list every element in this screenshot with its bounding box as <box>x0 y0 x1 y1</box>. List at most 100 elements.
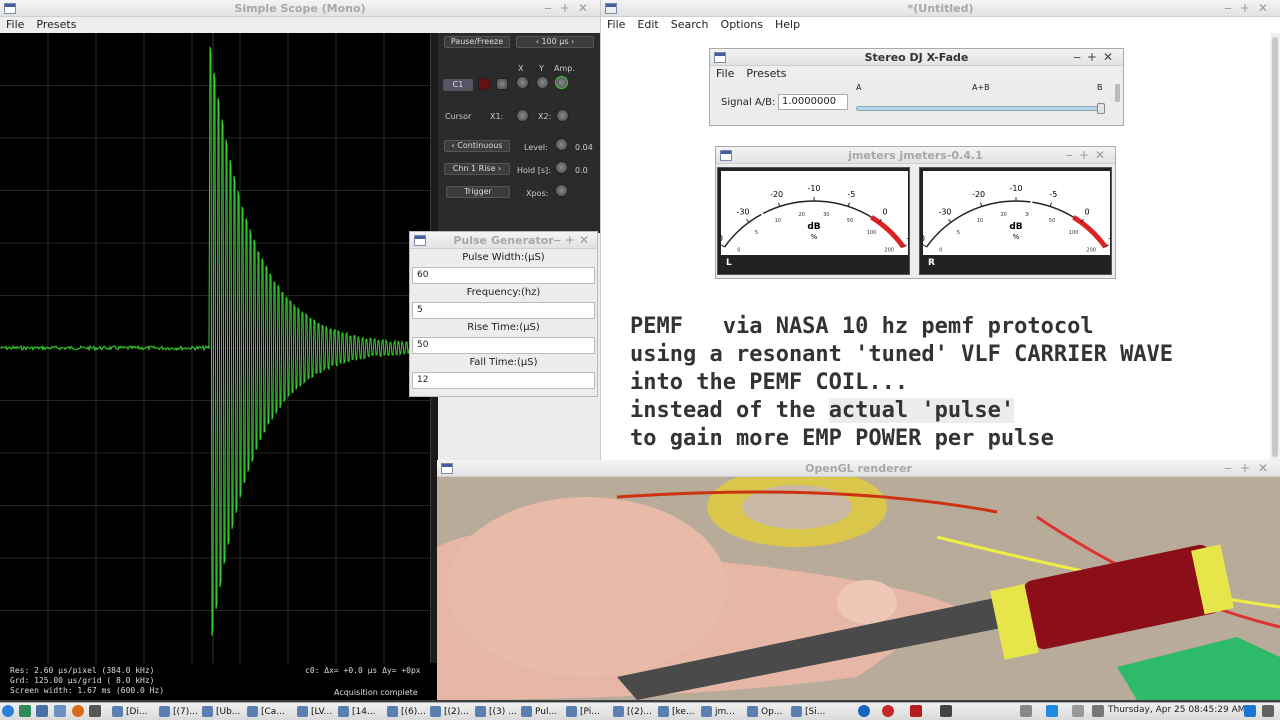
rise-time-input[interactable]: 50 <box>412 337 595 354</box>
scope-plot[interactable] <box>0 33 430 663</box>
amp-knob[interactable] <box>555 76 568 89</box>
y-knob[interactable] <box>536 76 549 89</box>
subscale-label: 10 <box>775 218 781 224</box>
timebase-select[interactable]: ‹ 100 µs › <box>516 36 594 48</box>
pause-freeze-button[interactable]: Pause/Freeze <box>444 36 510 48</box>
record-icon[interactable] <box>478 78 490 90</box>
x1-knob[interactable] <box>516 109 529 122</box>
rise-time-label: Rise Time:(µS) <box>467 322 540 333</box>
record-icon[interactable] <box>882 705 894 717</box>
y-label: Y <box>539 64 544 73</box>
scrollbar-thumb[interactable] <box>1272 37 1278 457</box>
trigger-mode-select[interactable]: ‹ Continuous <box>444 140 510 152</box>
subscale-label: 50 <box>1049 218 1055 224</box>
opengl-titlebar[interactable]: OpenGL renderer ‒+✕ <box>437 460 1280 477</box>
subscale-label: 20 <box>799 212 805 218</box>
scale-label: -20 <box>972 190 985 199</box>
hold-knob[interactable] <box>555 161 568 174</box>
taskbar-item[interactable]: [ke... <box>657 704 695 720</box>
editor-titlebar[interactable]: *(Untitled) ‒+✕ <box>601 0 1280 17</box>
window-controls[interactable]: ‒+✕ <box>1224 0 1276 17</box>
taskbar-item[interactable]: [(6)... <box>386 704 426 720</box>
trigger-button[interactable]: Trigger <box>446 186 510 198</box>
taskbar-item[interactable]: [(2)... <box>612 704 652 720</box>
frequency-input[interactable]: 5 <box>412 302 595 319</box>
window-controls[interactable]: ‒+✕ <box>553 232 593 249</box>
status-cursor: c0: Δx= +0.0 µs Δy= +0px <box>305 666 421 675</box>
show-desktop-icon[interactable] <box>1244 705 1256 717</box>
pulse-titlebar[interactable]: Pulse Generator ‒+✕ <box>410 232 597 249</box>
pulse-width-input[interactable]: 60 <box>412 267 595 284</box>
display-icon[interactable] <box>1046 705 1058 717</box>
window-controls[interactable]: ‒+✕ <box>1065 147 1111 164</box>
xfade-scrollbar[interactable] <box>1115 84 1120 102</box>
taskbar-item[interactable]: [(7)... <box>158 704 198 720</box>
taskbar-item[interactable]: [Ca... <box>246 704 285 720</box>
taskbar-item[interactable]: [Pi... <box>565 704 600 720</box>
subscale-label: 50 <box>847 218 853 224</box>
db-label: dB <box>807 222 820 232</box>
menu-file[interactable]: File <box>716 66 734 82</box>
trigger-source-select[interactable]: Chn 1 Rise › <box>444 163 510 175</box>
level-knob[interactable] <box>555 138 568 151</box>
volume-icon[interactable] <box>1092 705 1104 717</box>
fall-time-input[interactable]: 12 <box>412 372 595 389</box>
menu-presets[interactable]: Presets <box>36 17 76 33</box>
browser-icon[interactable] <box>54 705 66 717</box>
launcher-icon[interactable] <box>19 705 31 717</box>
menu-search[interactable]: Search <box>671 17 709 33</box>
app-icon[interactable] <box>940 705 952 717</box>
taskbar-item[interactable]: [14... <box>337 704 376 720</box>
settings-icon[interactable] <box>496 78 508 90</box>
scope-titlebar[interactable]: Simple Scope (Mono) ‒+✕ <box>0 0 600 17</box>
pdf-icon[interactable] <box>910 705 922 717</box>
taskbar: [Di... [(7)... [Ub... [Ca... [LV... [14... [(6… <box>0 702 1280 720</box>
channel-right-label: R <box>928 258 935 268</box>
scale-tick <box>847 202 850 207</box>
xfade-titlebar[interactable]: Stereo DJ X-Fade ‒+✕ <box>710 49 1123 66</box>
menu-help[interactable]: Help <box>775 17 800 33</box>
window-controls[interactable]: ‒+✕ <box>544 0 596 17</box>
taskbar-item[interactable]: [(3) ... <box>474 704 517 720</box>
crossfade-slider[interactable] <box>856 103 1105 114</box>
taskbar-item[interactable]: jm... <box>700 704 735 720</box>
db-label: dB <box>1009 222 1022 232</box>
window-controls[interactable]: ‒+✕ <box>1224 460 1276 477</box>
fall-time-label: Fall Time:(µS) <box>469 357 538 368</box>
menu-edit[interactable]: Edit <box>637 17 658 33</box>
terminal-icon[interactable] <box>89 705 101 717</box>
clock[interactable]: Thursday, Apr 25 08:45:29 AM <box>1108 705 1246 715</box>
menu-file[interactable]: File <box>607 17 625 33</box>
taskbar-item[interactable]: [(2)... <box>429 704 469 720</box>
editor-scrollbar[interactable] <box>1270 33 1280 460</box>
hp-icon[interactable] <box>858 705 870 717</box>
menu-file[interactable]: File <box>6 17 24 33</box>
level-value: 0.04 <box>575 143 593 152</box>
window-controls[interactable]: ‒+✕ <box>1073 49 1119 66</box>
x-knob[interactable] <box>516 76 529 89</box>
taskbar-item[interactable]: [Di... <box>111 704 148 720</box>
firefox-icon[interactable] <box>72 705 84 717</box>
network-icon[interactable] <box>1020 705 1032 717</box>
taskbar-item[interactable]: Pul... <box>520 704 557 720</box>
menu-presets[interactable]: Presets <box>746 66 786 82</box>
taskbar-item[interactable]: [LV... <box>296 704 332 720</box>
jmeters-titlebar[interactable]: jmeters jmeters-0.4.1 ‒+✕ <box>716 147 1115 164</box>
video-frame <box>437 477 1280 700</box>
taskbar-item[interactable]: [Ub... <box>201 704 240 720</box>
start-menu-icon[interactable] <box>2 705 14 717</box>
menu-options[interactable]: Options <box>721 17 763 33</box>
power-icon[interactable] <box>1262 705 1274 717</box>
signal-ab-spinbox[interactable]: 1.0000000 <box>778 94 848 110</box>
taskbar-item[interactable]: [Si... <box>790 704 825 720</box>
status-acquisition: Acquisition complete <box>334 688 418 697</box>
file-manager-icon[interactable] <box>36 705 48 717</box>
channel1-button[interactable]: C1 <box>443 79 473 91</box>
slider-thumb[interactable] <box>1097 103 1105 114</box>
window-icon <box>4 3 16 14</box>
taskbar-item[interactable]: Op... <box>746 704 782 720</box>
bluetooth-icon[interactable] <box>1072 705 1084 717</box>
x2-knob[interactable] <box>556 109 569 122</box>
editor-text-area[interactable]: PEMF via NASA 10 hz pemf protocol using a… <box>630 313 1173 453</box>
xpos-knob[interactable] <box>555 184 568 197</box>
